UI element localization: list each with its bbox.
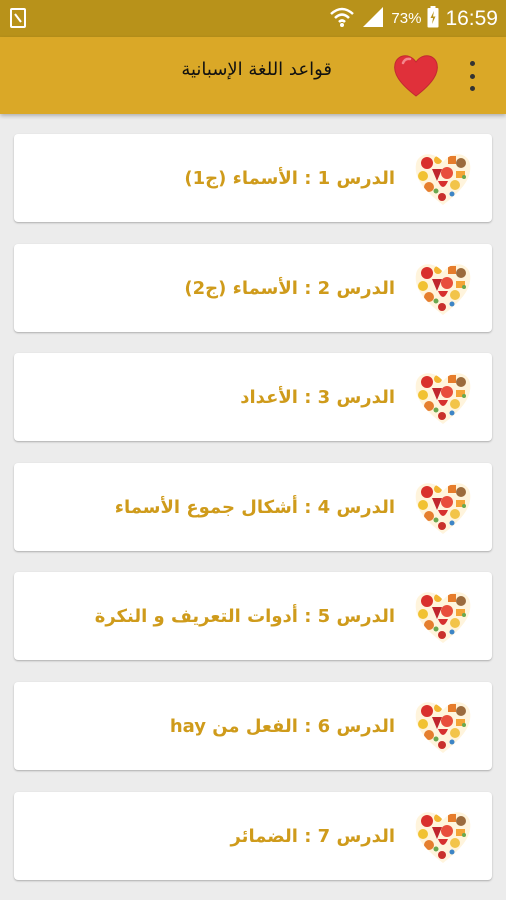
battery-percent: 73% <box>391 10 422 27</box>
spanish-culture-heart-icon <box>412 695 474 757</box>
menu-dot-icon <box>469 61 475 66</box>
lesson-card[interactable]: الدرس 2 : الأسماء (ج2) <box>14 244 492 332</box>
lesson-card[interactable]: الدرس 7 : الضمائر <box>14 792 492 880</box>
page-title: قواعد اللغة الإسبانية <box>181 59 332 80</box>
signal-icon <box>361 6 385 32</box>
clock-time: 16:59 <box>445 6 498 30</box>
spanish-culture-heart-icon <box>412 585 474 647</box>
lesson-label: الدرس 6 : الفعل من hay <box>169 715 395 737</box>
lesson-card[interactable]: الدرس 6 : الفعل من hay <box>14 682 492 770</box>
lesson-card[interactable]: الدرس 1 : الأسماء (ج1) <box>14 134 492 222</box>
lesson-label: الدرس 4 : أشكال جموع الأسماء <box>114 496 395 518</box>
spanish-culture-heart-icon <box>412 257 474 319</box>
lesson-label: الدرس 7 : الضمائر <box>230 825 395 847</box>
menu-dot-icon <box>469 73 475 79</box>
favorite-heart-button[interactable] <box>391 51 441 99</box>
spanish-culture-heart-icon <box>412 147 474 209</box>
lesson-card[interactable]: الدرس 3 : الأعداد <box>14 353 492 441</box>
overflow-menu-button[interactable] <box>462 61 482 91</box>
spanish-culture-heart-icon <box>412 366 474 428</box>
spanish-culture-heart-icon <box>412 805 474 867</box>
lesson-card[interactable]: الدرس 4 : أشكال جموع الأسماء <box>14 463 492 551</box>
file-icon <box>10 8 26 32</box>
status-bar: 73% 16:59 <box>0 0 506 37</box>
wifi-icon <box>329 6 355 32</box>
lesson-label: الدرس 3 : الأعداد <box>240 386 395 408</box>
battery-charging-icon <box>427 5 439 32</box>
heart-icon <box>394 55 438 97</box>
lesson-label: الدرس 2 : الأسماء (ج2) <box>184 277 395 299</box>
app-bar: قواعد اللغة الإسبانية <box>0 37 506 114</box>
menu-dot-icon <box>469 86 475 91</box>
lesson-label: الدرس 5 : أدوات التعريف و النكرة <box>94 605 395 627</box>
spanish-culture-heart-icon <box>412 476 474 538</box>
lesson-card[interactable]: الدرس 5 : أدوات التعريف و النكرة <box>14 572 492 660</box>
lesson-label: الدرس 1 : الأسماء (ج1) <box>184 167 395 189</box>
